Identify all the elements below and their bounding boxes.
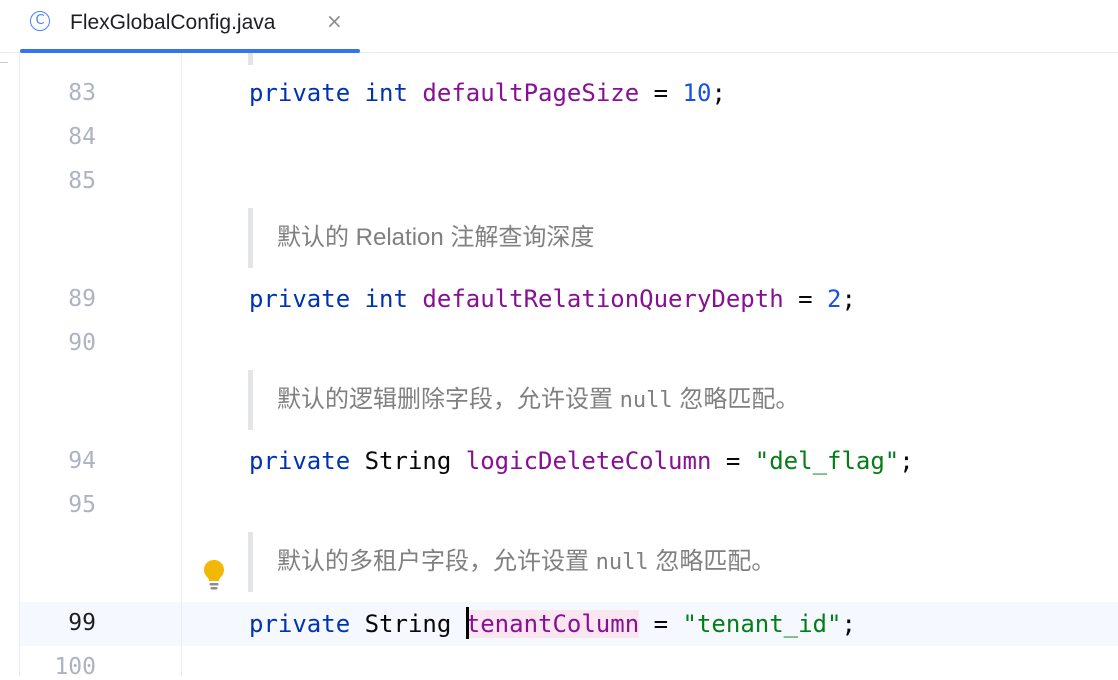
- line-number[interactable]: 83: [40, 80, 96, 106]
- edge-divider: [19, 53, 20, 676]
- operator: =: [639, 79, 683, 107]
- gutter-separator: [181, 53, 182, 676]
- line-number[interactable]: 89: [40, 286, 96, 312]
- editor-tab-bar: C FlexGlobalConfig.java ×: [0, 0, 1118, 53]
- field-name: defaultPageSize: [422, 79, 640, 107]
- edge-marker: [0, 62, 8, 63]
- class-c-icon: C: [30, 11, 50, 31]
- doc-code: null: [595, 550, 649, 575]
- semicolon: ;: [711, 79, 726, 107]
- code-line-94[interactable]: private String logicDeleteColumn = "del_…: [249, 447, 914, 475]
- number-literal: 2: [827, 285, 842, 313]
- lightbulb-icon[interactable]: [203, 559, 225, 591]
- active-tab-indicator: [20, 49, 360, 53]
- string-literal: "tenant_id": [682, 610, 842, 638]
- tab-title: FlexGlobalConfig.java: [70, 11, 276, 34]
- code-line-89[interactable]: private int defaultRelationQueryDepth = …: [249, 285, 856, 313]
- doc-text: 忽略匹配。: [648, 548, 776, 575]
- line-number[interactable]: 84: [40, 124, 96, 150]
- line-number[interactable]: 94: [40, 448, 96, 474]
- doc-text: 默认的 Relation 注解查询深度: [277, 224, 595, 251]
- doc-text: 默认的逻辑删除字段，允许设置: [277, 386, 620, 413]
- text-caret: [465, 607, 469, 639]
- line-number[interactable]: 85: [40, 168, 96, 194]
- tab-flexglobalconfig[interactable]: C FlexGlobalConfig.java ×: [20, 0, 360, 53]
- doc-code: null: [619, 388, 673, 413]
- number-literal: 10: [682, 79, 712, 107]
- type-name: String: [364, 610, 452, 638]
- doc-comment-bar: [248, 53, 253, 65]
- code-line-83[interactable]: private int defaultPageSize = 10;: [249, 79, 726, 107]
- line-number-current[interactable]: 99: [40, 610, 96, 636]
- doc-text: 默认的多租户字段，允许设置: [277, 548, 596, 575]
- field-name: logicDeleteColumn: [465, 447, 712, 475]
- keyword: int: [364, 285, 408, 313]
- semicolon: ;: [841, 610, 856, 638]
- semicolon: ;: [841, 285, 856, 313]
- doc-text: 忽略匹配。: [672, 386, 800, 413]
- doc-comment-rendered[interactable]: 默认的 Relation 注解查询深度: [248, 208, 594, 268]
- keyword: private: [249, 285, 351, 313]
- operator: =: [783, 285, 828, 313]
- keyword: private: [249, 447, 351, 475]
- line-number[interactable]: 90: [40, 330, 96, 356]
- type-name: String: [364, 447, 452, 475]
- keyword: private: [249, 79, 351, 107]
- operator: =: [639, 610, 683, 638]
- string-literal: "del_flag": [754, 447, 900, 475]
- semicolon: ;: [899, 447, 914, 475]
- doc-comment-rendered[interactable]: 默认的多租户字段，允许设置 null 忽略匹配。: [248, 532, 775, 592]
- line-number[interactable]: 100: [40, 654, 96, 680]
- operator: =: [711, 447, 755, 475]
- keyword: private: [249, 610, 351, 638]
- line-number[interactable]: 95: [40, 492, 96, 518]
- close-icon[interactable]: ×: [326, 9, 343, 33]
- keyword: int: [364, 79, 408, 107]
- field-name-highlighted: tenantColumn: [465, 610, 640, 638]
- code-line-99[interactable]: private String tenantColumn = "tenant_id…: [249, 607, 856, 641]
- doc-comment-rendered[interactable]: 默认的逻辑删除字段，允许设置 null 忽略匹配。: [248, 370, 799, 430]
- field-name: defaultRelationQueryDepth: [422, 285, 784, 313]
